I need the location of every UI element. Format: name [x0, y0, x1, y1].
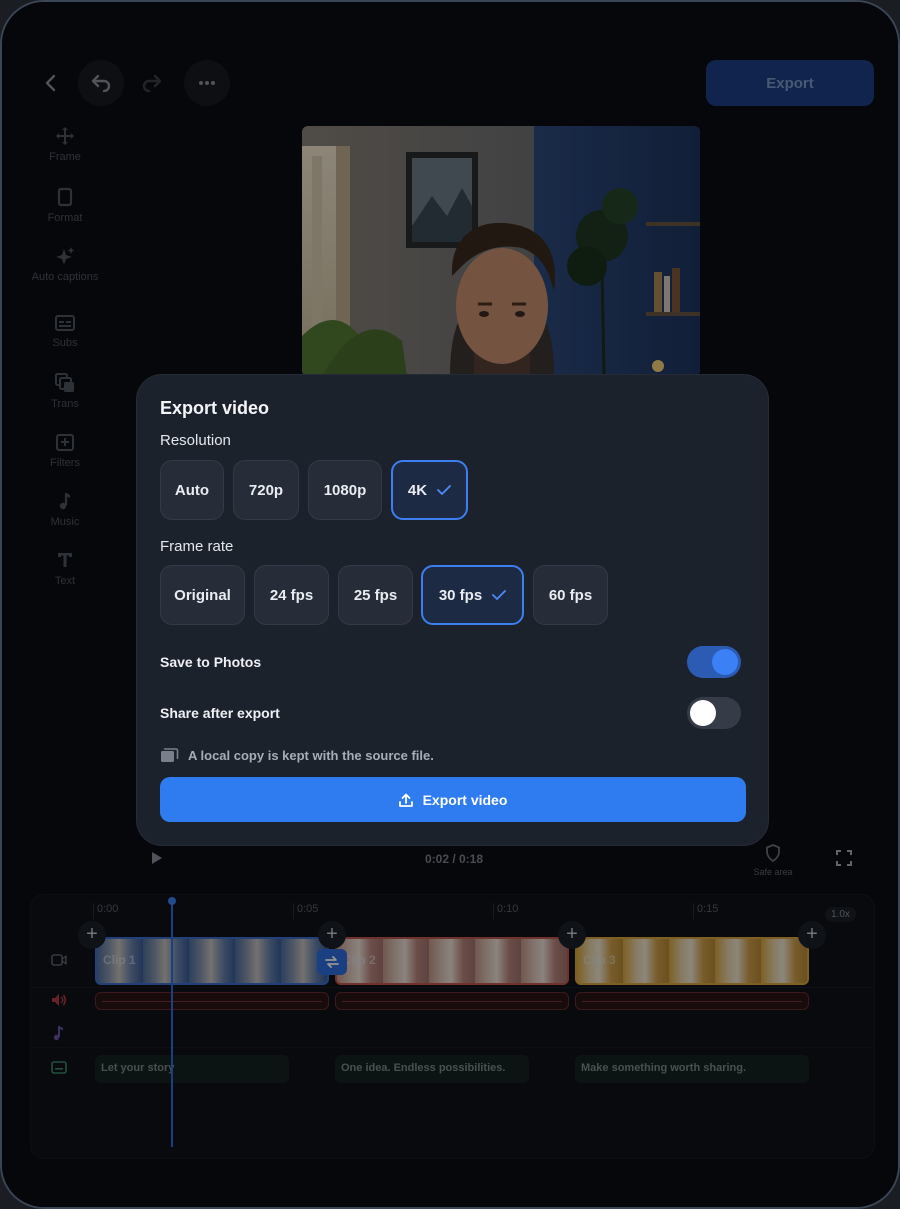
check-icon [492, 590, 507, 600]
local-copy-note: A local copy is kept with the source fil… [160, 747, 434, 763]
frame-rate-option-24[interactable]: 24 fps [254, 565, 329, 625]
save-to-photos-label: Save to Photos [160, 654, 262, 670]
option-label: 4K [407, 481, 428, 499]
option-label: 1080p [323, 481, 367, 499]
frame-rate-option-60[interactable]: 60 fps [533, 565, 608, 625]
toggle-knob [712, 649, 738, 675]
export-video-button[interactable]: Export video [160, 777, 746, 822]
save-to-photos-toggle[interactable] [687, 646, 741, 678]
export-video-label: Export video [422, 791, 508, 808]
option-label: 30 fps [438, 586, 483, 604]
frame-rate-option-original[interactable]: Original [160, 565, 245, 625]
share-after-export-toggle[interactable] [687, 697, 741, 729]
video-editor: Export Frame Format Auto captions Subs T… [2, 2, 898, 1207]
device-frame: Export Frame Format Auto captions Subs T… [0, 0, 900, 1209]
upload-icon [398, 793, 413, 807]
frame-rate-heading: Frame rate [160, 538, 234, 555]
frame-rate-option-25[interactable]: 25 fps [338, 565, 413, 625]
frame-rate-option-30[interactable]: 30 fps [421, 565, 524, 625]
option-label: 60 fps [548, 586, 593, 604]
option-label: 24 fps [269, 586, 314, 604]
check-icon [437, 485, 451, 495]
resolution-option-720p[interactable]: 720p [233, 460, 299, 520]
resolution-option-auto[interactable]: Auto [160, 460, 224, 520]
share-after-export-label: Share after export [160, 705, 280, 721]
option-label: 720p [248, 481, 284, 499]
option-label: Original [174, 586, 231, 604]
resolution-heading: Resolution [160, 432, 231, 449]
option-label: 25 fps [353, 586, 398, 604]
export-dialog: Export video Resolution Auto 720p 1080p … [136, 374, 769, 846]
folder-copy-icon [161, 748, 179, 762]
dialog-title: Export video [160, 398, 270, 418]
resolution-option-4k[interactable]: 4K [391, 460, 468, 520]
note-text: A local copy is kept with the source fil… [188, 747, 434, 763]
option-label: Auto [174, 481, 210, 499]
resolution-option-1080p[interactable]: 1080p [308, 460, 382, 520]
toggle-knob [690, 700, 716, 726]
